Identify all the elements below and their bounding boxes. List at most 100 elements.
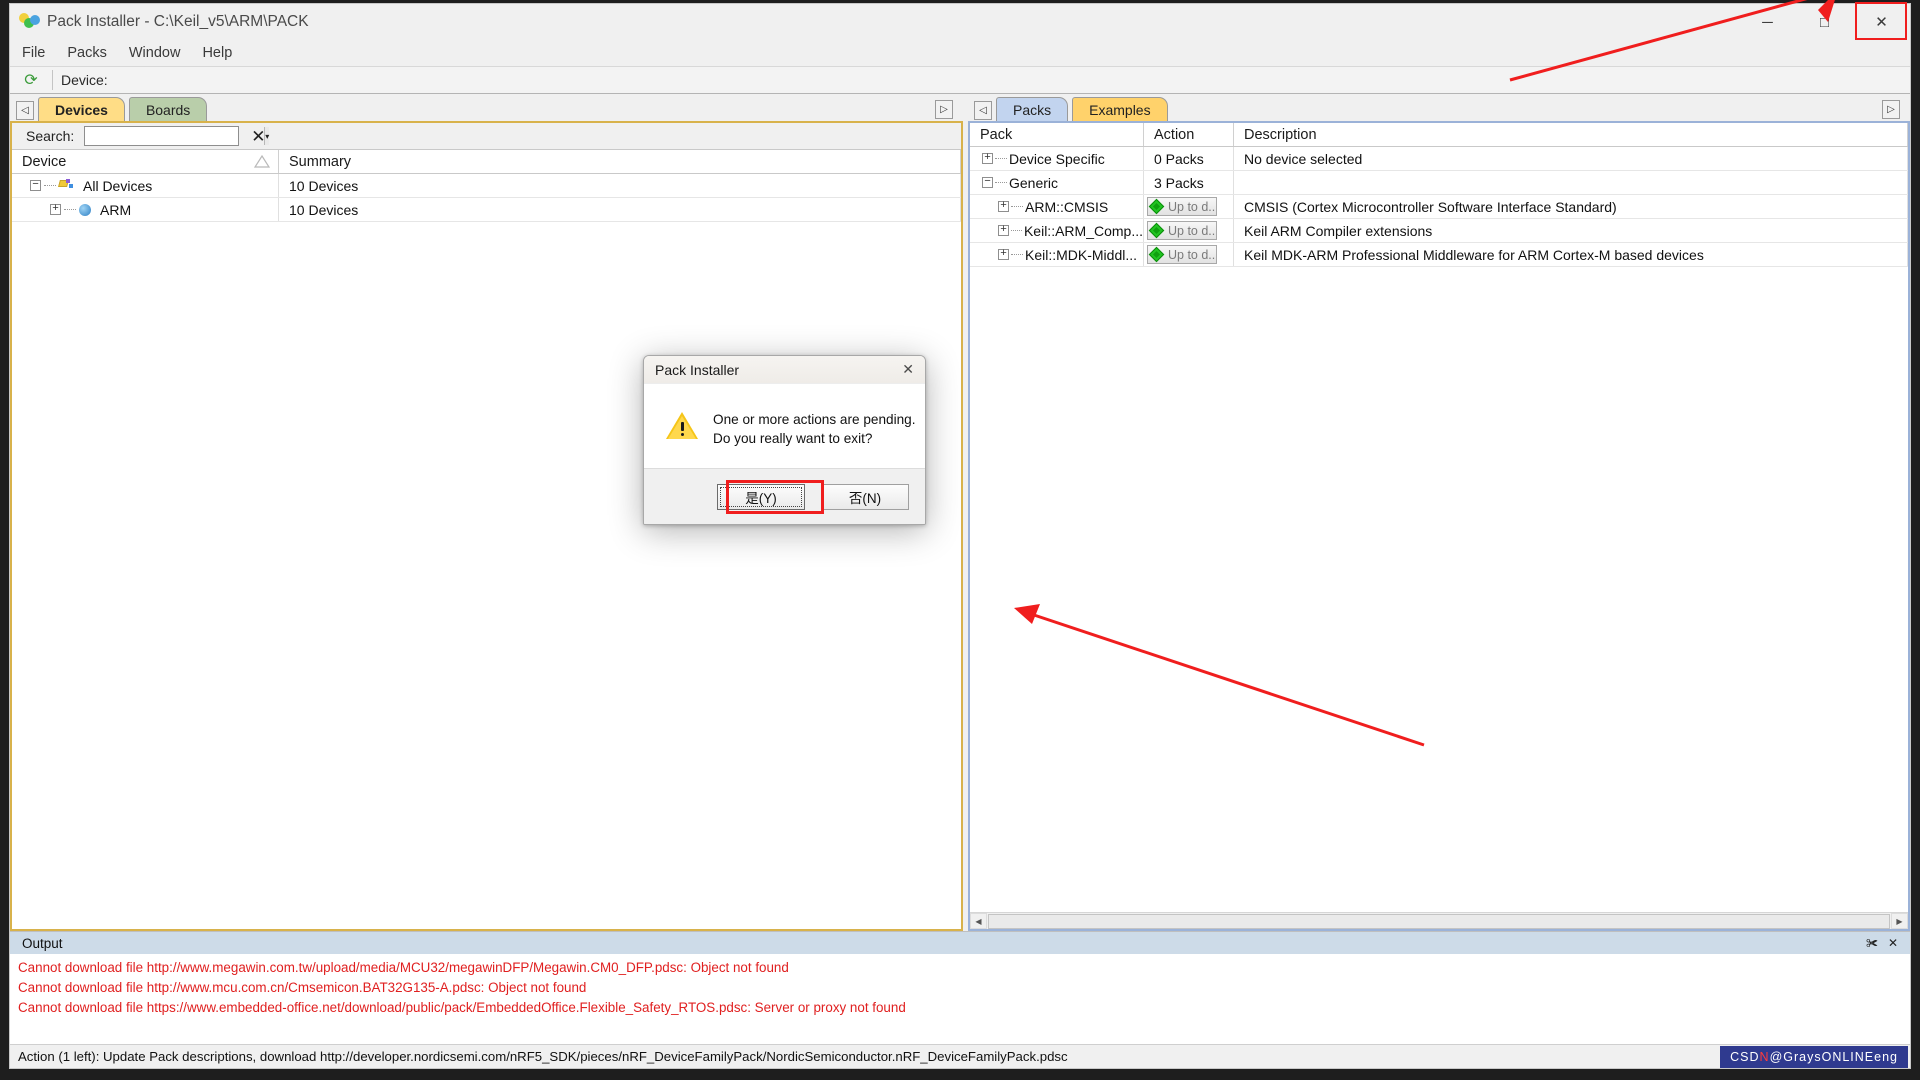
packs-table-header: Pack Action Description: [970, 123, 1908, 147]
up-to-date-icon: [1148, 246, 1165, 263]
search-label: Search:: [26, 128, 75, 144]
pack-name: Keil::MDK-Middl...: [1025, 246, 1138, 263]
tabs-scroll-right-icon[interactable]: ▷: [1882, 100, 1900, 119]
expand-toggle-icon[interactable]: +: [998, 225, 1009, 236]
column-label-summary: Summary: [289, 153, 352, 170]
dialog-message-line-2: Do you really want to exit?: [713, 431, 873, 446]
expand-toggle-icon[interactable]: +: [998, 249, 1009, 260]
table-row[interactable]: − All Devices 10 Devices: [12, 174, 961, 198]
minimize-button[interactable]: ─: [1739, 4, 1796, 40]
scroll-left-icon[interactable]: ◀: [970, 913, 987, 929]
tab-examples[interactable]: Examples: [1072, 97, 1168, 121]
status-text: Action (1 left): Update Pack description…: [18, 1049, 1068, 1064]
tabs-scroll-right-icon[interactable]: ▷: [935, 100, 953, 119]
device-name: ARM: [100, 201, 132, 218]
close-highlight-marker: [1855, 2, 1907, 40]
description-cell: Keil MDK-ARM Professional Middleware for…: [1234, 243, 1908, 266]
up-to-date-icon: [1148, 222, 1165, 239]
pack-action-button[interactable]: Up to d..: [1147, 245, 1217, 264]
dialog-body: One or more actions are pending. Do you …: [644, 384, 925, 468]
action-cell[interactable]: Up to d..: [1144, 243, 1234, 266]
watermark-badge: CSD N @GraysONLINEeng: [1720, 1045, 1908, 1068]
menu-bar: File Packs Window Help: [10, 40, 1910, 66]
tree-connector: [1011, 206, 1023, 207]
device-cell: − All Devices: [12, 174, 279, 197]
dialog-title-bar: Pack Installer ✕: [644, 356, 925, 384]
close-button[interactable]: ✕: [1853, 2, 1910, 40]
scroll-thumb[interactable]: [988, 913, 1890, 929]
pack-action-label: Up to d..: [1168, 199, 1216, 214]
scroll-right-icon[interactable]: ▶: [1891, 913, 1908, 929]
table-row[interactable]: + Device Specific 0 Packs No device sele…: [970, 147, 1908, 171]
column-label-device: Device: [22, 153, 67, 170]
scroll-track[interactable]: [987, 913, 1891, 929]
expand-toggle-icon[interactable]: −: [982, 177, 993, 188]
tab-devices[interactable]: Devices: [38, 97, 125, 121]
column-header-summary[interactable]: Summary: [279, 150, 961, 173]
output-header: Output ✀ ✕: [10, 932, 1910, 954]
menu-item-file[interactable]: File: [22, 45, 45, 61]
expand-toggle-icon[interactable]: +: [50, 204, 61, 215]
menu-item-help[interactable]: Help: [202, 45, 232, 61]
pack-cell: + Keil::ARM_Comp...: [970, 219, 1144, 242]
pack-action-button[interactable]: Up to d..: [1147, 221, 1217, 240]
watermark-prefix: CSD: [1730, 1049, 1760, 1064]
tab-packs[interactable]: Packs: [996, 97, 1069, 121]
menu-item-packs[interactable]: Packs: [67, 45, 107, 61]
output-line: Cannot download file https://www.embedde…: [18, 1000, 906, 1015]
table-row[interactable]: + Keil::ARM_Comp... Up to d.. Keil ARM C…: [970, 219, 1908, 243]
packs-pane: ◁ Packs Examples ▷ Pack Action Descripti…: [968, 94, 1910, 931]
dialog-message: One or more actions are pending. Do you …: [713, 410, 916, 468]
action-cell[interactable]: Up to d..: [1144, 195, 1234, 218]
tabs-scroll-left-icon[interactable]: ◁: [974, 101, 992, 120]
output-body[interactable]: Cannot download file http://www.megawin.…: [10, 954, 1910, 1044]
column-header-device[interactable]: Device: [12, 150, 279, 173]
devices-pane-body: Search: ▾ ✕ Device Summary − All Devices…: [10, 121, 963, 931]
summary-cell: 10 Devices: [279, 174, 961, 197]
up-to-date-icon: [1148, 198, 1165, 215]
search-bar: Search: ▾ ✕: [12, 123, 961, 150]
table-row[interactable]: + ARM 10 Devices: [12, 198, 961, 222]
pack-name: ARM::CMSIS: [1025, 198, 1109, 215]
tree-connector: [1011, 230, 1022, 231]
tab-boards[interactable]: Boards: [128, 97, 208, 121]
table-row[interactable]: + ARM::CMSIS Up to d.. CMSIS (Cortex Mic…: [970, 195, 1908, 219]
table-row[interactable]: − Generic 3 Packs: [970, 171, 1908, 195]
action-cell[interactable]: Up to d..: [1144, 219, 1234, 242]
column-header-pack[interactable]: Pack: [970, 123, 1144, 146]
table-row[interactable]: + Keil::MDK-Middl... Up to d.. Keil MDK-…: [970, 243, 1908, 267]
output-line: Cannot download file http://www.mcu.com.…: [18, 980, 587, 995]
tree-connector: [995, 158, 1007, 159]
description-cell: CMSIS (Cortex Microcontroller Software I…: [1234, 195, 1908, 218]
packs-tabstrip: ◁ Packs Examples ▷: [968, 94, 1910, 121]
app-icon: [19, 12, 40, 32]
close-icon[interactable]: ✕: [1888, 936, 1898, 951]
description-cell: [1234, 171, 1908, 194]
column-header-action[interactable]: Action: [1144, 123, 1234, 146]
expand-toggle-icon[interactable]: +: [998, 201, 1009, 212]
maximize-button[interactable]: □: [1796, 4, 1853, 40]
expand-toggle-icon[interactable]: +: [982, 153, 993, 164]
refresh-icon[interactable]: ⟳: [18, 69, 44, 91]
output-title: Output: [22, 935, 63, 951]
search-input[interactable]: [85, 127, 265, 145]
watermark-mid: N: [1759, 1049, 1770, 1064]
search-box[interactable]: ▾: [84, 126, 270, 146]
tabs-scroll-left-icon[interactable]: ◁: [16, 101, 34, 120]
menu-item-window[interactable]: Window: [129, 45, 181, 61]
no-button[interactable]: 否(N): [821, 483, 909, 510]
clear-search-icon[interactable]: ✕: [251, 128, 265, 145]
tree-connector: [995, 182, 1007, 183]
tree-connector: [1011, 254, 1023, 255]
toolbar-separator: [52, 70, 53, 90]
column-label-pack: Pack: [980, 126, 1013, 143]
window-controls: ─ □ ✕: [1739, 2, 1910, 40]
packs-horizontal-scrollbar[interactable]: ◀ ▶: [970, 912, 1908, 929]
column-header-description[interactable]: Description: [1234, 123, 1908, 146]
expand-toggle-icon[interactable]: −: [30, 180, 41, 191]
yes-button[interactable]: 是(Y): [717, 483, 805, 510]
pin-icon[interactable]: ✀: [1866, 936, 1878, 951]
pack-action-button[interactable]: Up to d..: [1147, 197, 1217, 216]
dialog-close-icon[interactable]: ✕: [902, 361, 914, 378]
status-bar: Action (1 left): Update Pack description…: [10, 1044, 1910, 1068]
